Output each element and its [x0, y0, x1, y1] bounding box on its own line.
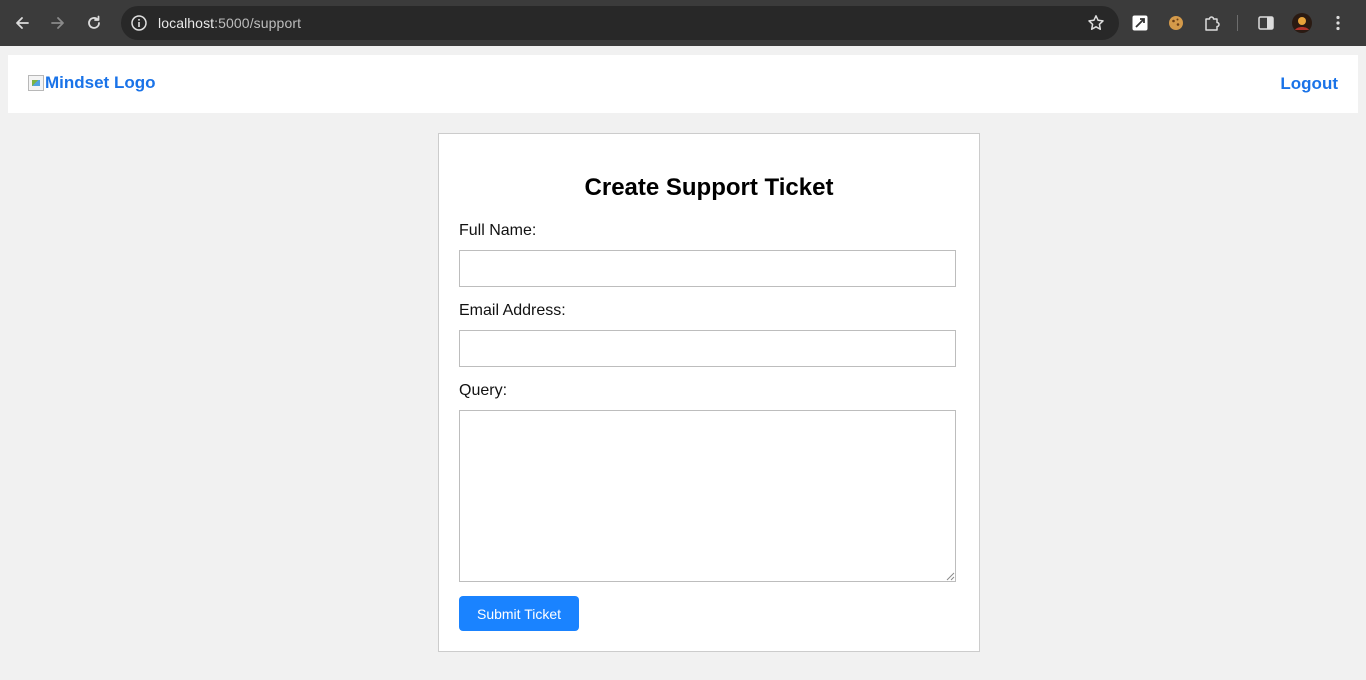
page-title: Create Support Ticket	[584, 174, 834, 201]
email-input[interactable]	[459, 330, 956, 367]
side-panel-icon[interactable]	[1254, 11, 1278, 35]
address-bar[interactable]: localhost:5000/support	[121, 6, 1119, 40]
cookie-extension-icon[interactable]	[1164, 11, 1188, 35]
logout-link[interactable]: Logout	[1280, 74, 1338, 94]
full-name-input[interactable]	[459, 250, 956, 287]
back-button[interactable]	[4, 5, 40, 41]
support-ticket-card: Create Support Ticket Full Name: Email A…	[438, 133, 980, 652]
extensions-puzzle-icon[interactable]	[1200, 11, 1224, 35]
bookmark-star-icon[interactable]	[1087, 14, 1105, 32]
profile-avatar-icon[interactable]	[1290, 11, 1314, 35]
toolbar-separator	[1237, 15, 1238, 31]
email-label: Email Address:	[459, 302, 566, 319]
submit-ticket-button[interactable]: Submit Ticket	[459, 596, 579, 631]
site-info-icon[interactable]	[130, 14, 148, 32]
forward-button[interactable]	[40, 5, 76, 41]
resize-handle-icon[interactable]	[945, 571, 955, 581]
browser-toolbar: localhost:5000/support	[0, 0, 1366, 46]
url-path: :5000/support	[214, 15, 302, 31]
query-textarea[interactable]	[459, 410, 956, 582]
logo-link[interactable]: Mindset Logo	[28, 73, 155, 93]
url-text[interactable]: localhost:5000/support	[158, 15, 301, 31]
reload-icon	[88, 15, 100, 29]
site-header: Mindset Logo Logout	[8, 55, 1358, 113]
back-arrow-icon	[16, 17, 29, 29]
query-label: Query:	[459, 382, 508, 399]
full-name-label: Full Name:	[459, 222, 537, 239]
broken-image-icon	[28, 75, 44, 91]
reload-button[interactable]	[76, 5, 112, 41]
extension-icon-1[interactable]	[1128, 11, 1152, 35]
url-host: localhost	[158, 15, 215, 31]
logo-alt-text: Mindset Logo	[45, 73, 156, 92]
menu-kebab-icon[interactable]	[1326, 11, 1350, 35]
forward-arrow-icon	[51, 17, 64, 29]
